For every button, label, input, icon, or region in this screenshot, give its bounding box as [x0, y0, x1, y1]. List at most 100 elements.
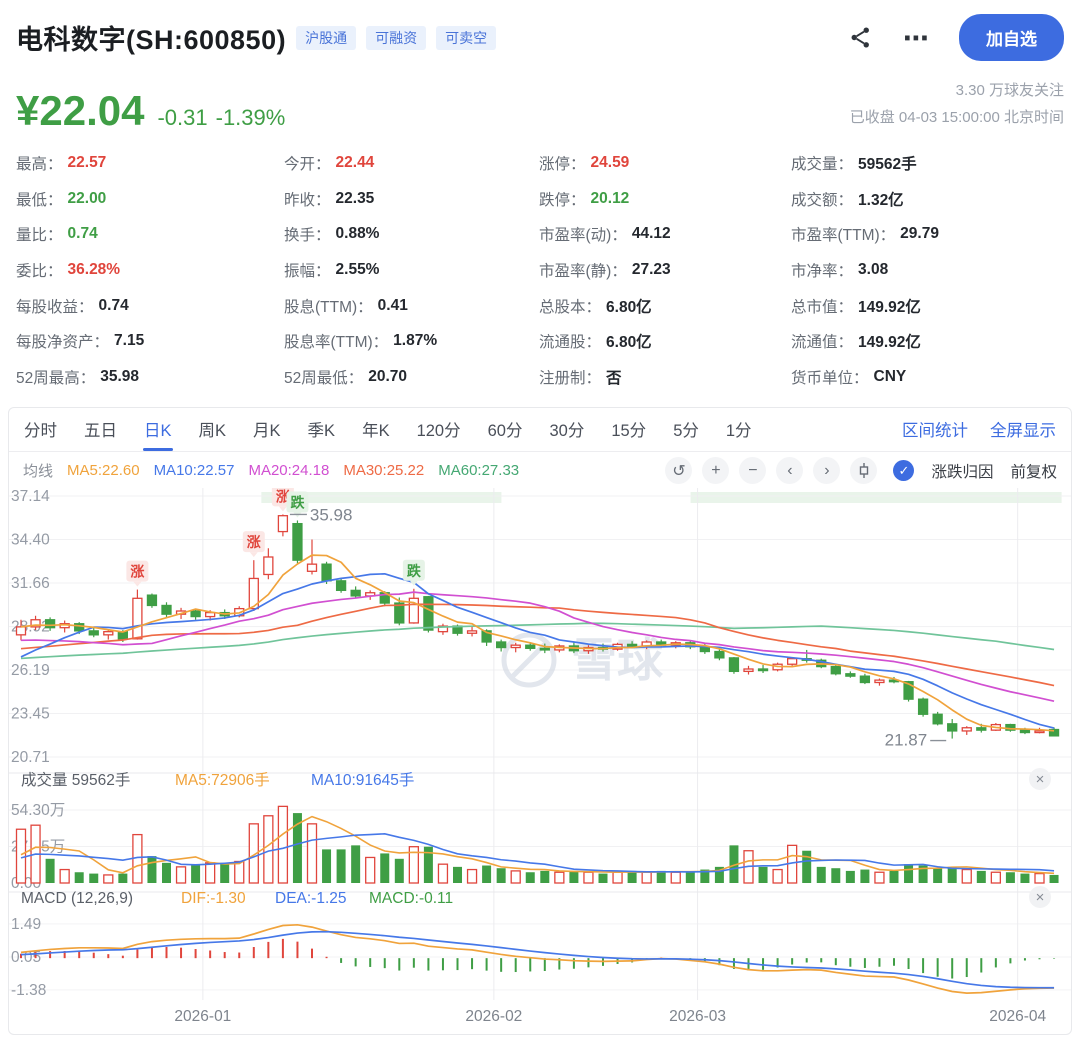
tab-60分[interactable]: 60分	[488, 408, 523, 451]
chart-link-1[interactable]: 全屏显示	[990, 417, 1056, 441]
stat-item: 股息率(TTM)：1.87%	[284, 323, 539, 359]
svg-text:成交量 59562手: 成交量 59562手	[21, 771, 130, 789]
svg-text:21.87: 21.87	[885, 730, 928, 749]
stat-item: 货币单位：CNY	[791, 359, 1064, 395]
stat-item: 最高：22.57	[16, 145, 284, 181]
svg-text:31.66: 31.66	[11, 575, 50, 592]
svg-text:×: ×	[1036, 771, 1045, 788]
badge-down[interactable]: 跌	[403, 560, 425, 586]
stat-item: 总股本：6.80亿	[539, 288, 791, 324]
svg-text:跌: 跌	[407, 563, 422, 579]
tab-30分[interactable]: 30分	[549, 408, 584, 451]
tab-1分[interactable]: 1分	[726, 408, 752, 451]
svg-text:涨: 涨	[247, 534, 261, 550]
tab-分时[interactable]: 分时	[24, 408, 57, 451]
stock-tag-2[interactable]: 可卖空	[436, 26, 496, 50]
svg-text:2026-04: 2026-04	[989, 1008, 1046, 1025]
zoom-out-icon[interactable]: −	[739, 457, 766, 484]
stat-item: 每股净资产：7.15	[16, 323, 284, 359]
stat-item: 52周最高：35.98	[16, 359, 284, 395]
tab-月K[interactable]: 月K	[253, 408, 281, 451]
zoom-in-icon[interactable]: +	[702, 457, 729, 484]
svg-text:MACD (12,26,9): MACD (12,26,9)	[21, 890, 133, 907]
svg-text:23.45: 23.45	[11, 705, 50, 722]
svg-text:34.40: 34.40	[11, 531, 50, 548]
badge-up[interactable]: 涨	[243, 531, 265, 557]
tab-5分[interactable]: 5分	[673, 408, 699, 451]
svg-text:-1.38: -1.38	[11, 982, 46, 999]
stat-item: 股息(TTM)：0.41	[284, 288, 539, 324]
tab-五日[interactable]: 五日	[84, 408, 117, 451]
pan-left-icon[interactable]: ‹	[776, 457, 803, 484]
volume-close-icon[interactable]: ×	[1029, 768, 1051, 790]
chart-card: 分时五日日K 周K 月K 季K 年K 120分 60分 30分 15分 5分 1分 区间统计全屏显示…	[8, 407, 1072, 1035]
ma-legend-items: MA5:22.60MA10:22.57MA20:24.18MA30:25.22M…	[67, 462, 533, 479]
stock-tag-0[interactable]: 沪股通	[296, 26, 356, 50]
attribution-checkbox[interactable]: ✓	[893, 460, 914, 481]
current-price: ¥22.04	[16, 91, 144, 131]
stat-item: 委比：36.28%	[16, 252, 284, 288]
candle-style-icon[interactable]	[850, 457, 877, 484]
stats-grid: 最高：22.57最低：22.00量比：0.74委比：36.28%每股收益：0.7…	[16, 145, 1064, 395]
stat-item: 市盈率(动)：44.12	[539, 216, 791, 252]
followers-count: 3.30 万球友关注	[850, 77, 1064, 104]
quote-meta: 3.30 万球友关注 已收盘 04-03 15:00:00 北京时间	[850, 77, 1064, 131]
stat-item: 昨收：22.35	[284, 181, 539, 217]
add-watchlist-button[interactable]: 加自选	[959, 14, 1064, 61]
tab-周K[interactable]: 周K	[199, 408, 227, 451]
svg-text:×: ×	[1036, 889, 1045, 906]
tab-日K[interactable]: 日K	[144, 408, 172, 451]
svg-text:2026-02: 2026-02	[465, 1008, 522, 1025]
stock-tag-1[interactable]: 可融资	[366, 26, 426, 50]
svg-text:35.98: 35.98	[310, 505, 353, 524]
stats-column-0: 最高：22.57最低：22.00量比：0.74委比：36.28%每股收益：0.7…	[16, 145, 284, 395]
kline-chart[interactable]: 37.1434.4031.6628.9226.1923.4520.7154.30…	[9, 488, 1071, 1034]
ma-legend-title: 均线	[23, 460, 53, 481]
stat-item: 跌停：20.12	[539, 181, 791, 217]
svg-text:跌: 跌	[290, 494, 305, 510]
svg-text:MA10:91645手: MA10:91645手	[311, 771, 414, 789]
svg-text:20.71: 20.71	[11, 749, 50, 766]
stat-item: 涨停：24.59	[539, 145, 791, 181]
badge-down[interactable]: 跌	[286, 491, 308, 517]
chart-tools: ↺ +−‹ › ✓ 涨跌归因前复权	[665, 457, 1057, 484]
attribution-toggle-label[interactable]: 涨跌归因	[931, 460, 993, 482]
svg-text:54.30万: 54.30万	[11, 802, 65, 819]
stats-column-1: 今开：22.44昨收：22.35换手：0.88%振幅：2.55%股息(TTM)：…	[284, 145, 539, 395]
tab-季K[interactable]: 季K	[308, 408, 336, 451]
stat-item: 振幅：2.55%	[284, 252, 539, 288]
macd-close-icon[interactable]: ×	[1029, 886, 1051, 908]
stat-item: 流通股：6.80亿	[539, 323, 791, 359]
tab-120分[interactable]: 120分	[417, 408, 461, 451]
svg-text:MA5:72906手: MA5:72906手	[175, 771, 270, 789]
svg-text:DEA:-1.25: DEA:-1.25	[275, 890, 347, 907]
svg-text:涨: 涨	[130, 563, 144, 579]
ma-legend-item: MA60:27.33	[438, 462, 519, 479]
stat-item: 52周最低：20.70	[284, 359, 539, 395]
tab-年K[interactable]: 年K	[362, 408, 390, 451]
tab-15分[interactable]: 15分	[611, 408, 646, 451]
svg-text:26.19: 26.19	[11, 662, 50, 679]
stat-item: 总市值：149.92亿	[791, 288, 1064, 324]
stat-item: 今开：22.44	[284, 145, 539, 181]
stock-tags: 沪股通可融资可卖空	[286, 28, 496, 48]
price-change: -0.31-1.39%	[157, 105, 293, 131]
svg-text:2026-03: 2026-03	[669, 1008, 726, 1025]
quote-header: 电科数字(SH:600850) 沪股通可融资可卖空 ⋯ 加自选 ¥22.04 -…	[0, 0, 1080, 395]
stat-item: 换手：0.88%	[284, 216, 539, 252]
stats-column-2: 涨停：24.59跌停：20.12市盈率(动)：44.12市盈率(静)：27.23…	[539, 145, 791, 395]
pan-right-icon[interactable]: ›	[813, 457, 840, 484]
stat-item: 流通值：149.92亿	[791, 323, 1064, 359]
period-tab-bar: 分时五日日K 周K 月K 季K 年K 120分 60分 30分 15分 5分 1分 区间统计全屏显示	[9, 408, 1071, 452]
share-icon[interactable]	[848, 25, 873, 50]
stat-item: 市净率：3.08	[791, 252, 1064, 288]
ma-legend-item: MA30:25.22	[343, 462, 424, 479]
chart-link-0[interactable]: 区间统计	[902, 417, 968, 441]
undo-icon[interactable]: ↺	[665, 457, 692, 484]
more-icon[interactable]: ⋯	[903, 33, 929, 43]
svg-text:2026-01: 2026-01	[174, 1008, 231, 1025]
market-status: 已收盘 04-03 15:00:00 北京时间	[850, 104, 1064, 131]
ma-legend-row: 均线 MA5:22.60MA10:22.57MA20:24.18MA30:25.…	[9, 454, 1071, 488]
ma-legend-item: MA20:24.18	[248, 462, 329, 479]
adjust-mode-label[interactable]: 前复权	[1010, 460, 1057, 482]
